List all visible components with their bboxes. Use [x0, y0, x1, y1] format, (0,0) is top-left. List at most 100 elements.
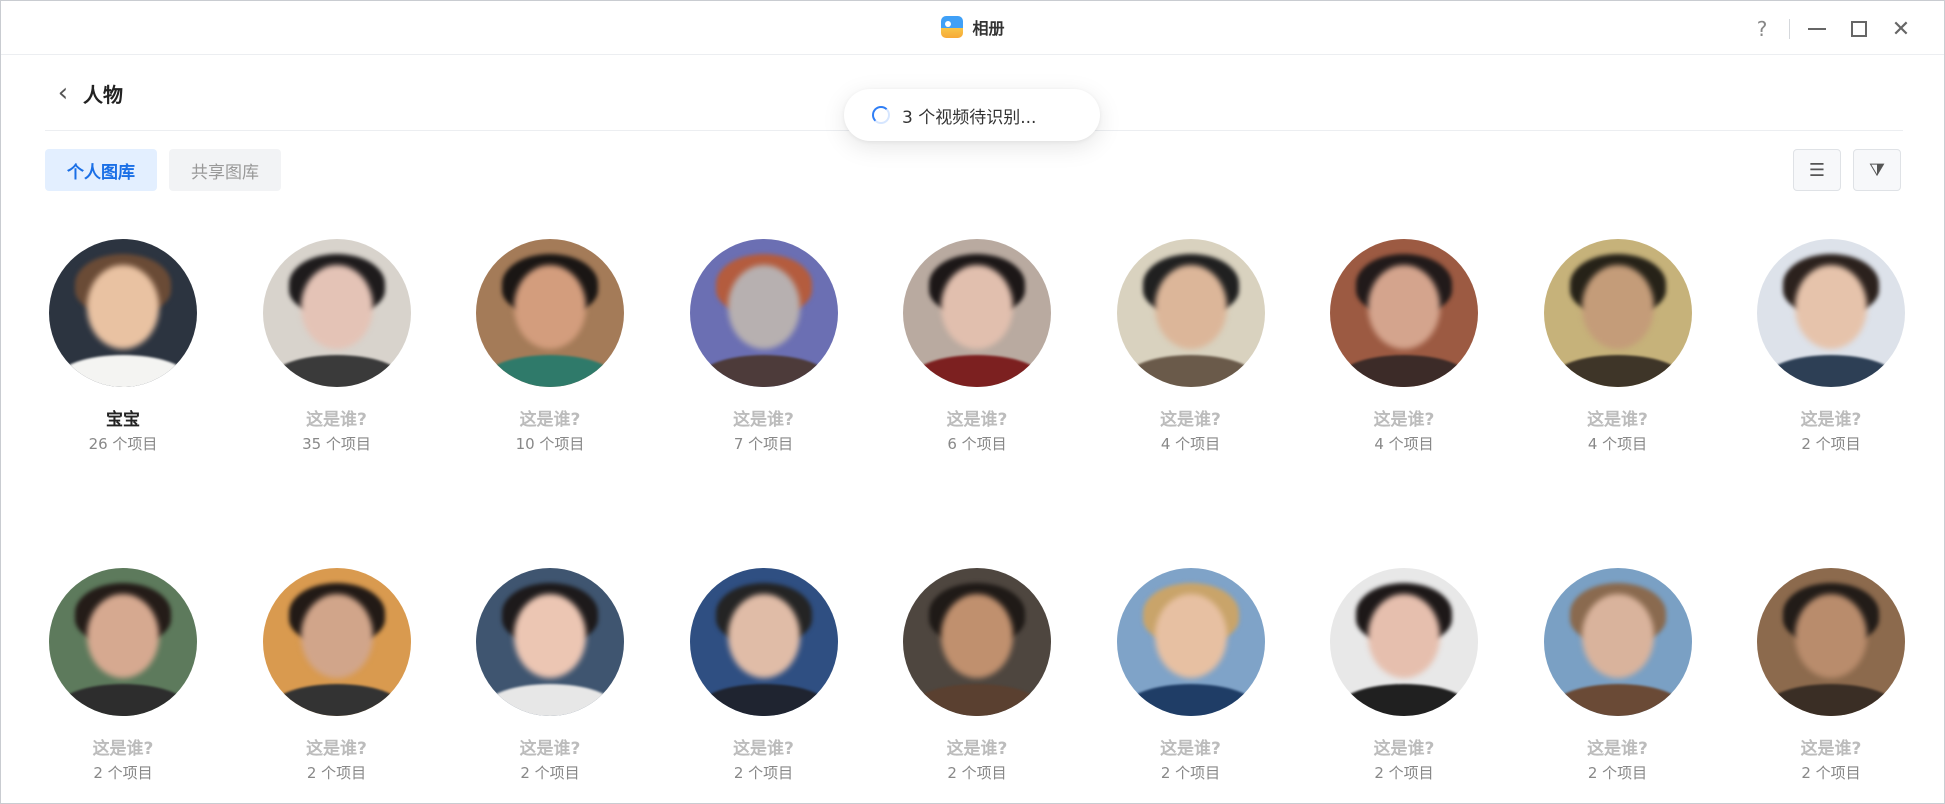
- person-avatar[interactable]: [1543, 568, 1692, 716]
- page-title: 人物: [83, 83, 123, 107]
- chevron-left-icon: ‹: [57, 78, 69, 108]
- person-item-count: 2 个项目: [1801, 435, 1861, 453]
- app-title: 相册: [940, 15, 1005, 39]
- person-avatar[interactable]: [476, 568, 624, 716]
- filter-button[interactable]: ⧩: [1853, 149, 1901, 191]
- person-name[interactable]: 这是谁?: [1801, 405, 1862, 430]
- maximize-icon: [1851, 21, 1867, 37]
- avatar-face-shape: [941, 594, 1013, 679]
- person-item-count: 4 个项目: [1587, 435, 1648, 453]
- tab-personal-library[interactable]: 个人图库: [45, 149, 157, 191]
- person-avatar[interactable]: [903, 568, 1051, 716]
- person-card[interactable]: 这是谁? 2 个项目: [262, 568, 411, 783]
- person-name[interactable]: 宝宝: [106, 405, 140, 430]
- people-grid: 宝宝 26 个项目 这是谁? 35 个项目 这是谁? 10 个项目 这是谁? 7 个项目 这是谁…: [49, 239, 1905, 783]
- avatar-face-shape: [514, 594, 586, 679]
- person-avatar[interactable]: [1330, 239, 1478, 387]
- help-button[interactable]: ?: [1741, 15, 1783, 43]
- avatar-body-shape: [485, 684, 615, 716]
- person-name[interactable]: 这是谁?: [1801, 734, 1862, 759]
- avatar-face-shape: [1154, 594, 1227, 679]
- avatar-body-shape: [58, 684, 188, 716]
- person-item-count: 2 个项目: [1801, 764, 1861, 782]
- person-card[interactable]: 这是谁? 10 个项目: [476, 239, 624, 454]
- person-card[interactable]: 这是谁? 2 个项目: [903, 568, 1051, 783]
- photos-app-icon: [940, 16, 963, 38]
- person-name[interactable]: 这是谁?: [1587, 734, 1648, 759]
- avatar-face-shape: [1368, 594, 1440, 679]
- person-name[interactable]: 这是谁?: [306, 734, 367, 759]
- sort-button[interactable]: ☰: [1793, 149, 1841, 191]
- avatar-face-shape: [1154, 265, 1227, 350]
- person-avatar[interactable]: [689, 239, 838, 387]
- person-card[interactable]: 这是谁? 2 个项目: [689, 568, 838, 783]
- person-name[interactable]: 这是谁?: [1160, 734, 1221, 759]
- person-name[interactable]: 这是谁?: [733, 734, 794, 759]
- avatar-face-shape: [941, 265, 1013, 350]
- person-name[interactable]: 这是谁?: [520, 405, 581, 430]
- tab-shared-library[interactable]: 共享图库: [169, 149, 281, 191]
- avatar-body-shape: [912, 355, 1042, 387]
- person-card[interactable]: 这是谁? 2 个项目: [1757, 239, 1905, 454]
- back-button[interactable]: ‹: [51, 78, 75, 108]
- person-name[interactable]: 这是谁?: [1160, 405, 1221, 430]
- close-button[interactable]: ✕: [1880, 15, 1922, 43]
- person-item-count: 26 个项目: [88, 435, 158, 453]
- person-item-count: 7 个项目: [733, 435, 794, 453]
- person-card[interactable]: 这是谁? 2 个项目: [1757, 568, 1905, 783]
- person-item-count: 2 个项目: [306, 764, 367, 782]
- person-avatar[interactable]: [1543, 239, 1692, 387]
- person-name[interactable]: 这是谁?: [1374, 405, 1435, 430]
- person-item-count: 10 个项目: [515, 435, 585, 453]
- recognition-status-toast: 3 个视频待识别...: [844, 89, 1100, 141]
- maximize-button[interactable]: [1838, 15, 1880, 43]
- person-item-count: 2 个项目: [1374, 764, 1434, 782]
- avatar-body-shape: [271, 355, 402, 387]
- person-avatar[interactable]: [1116, 568, 1265, 716]
- sort-icon: ☰: [1808, 159, 1826, 181]
- toolbar: ☰ ⧩: [1793, 149, 1901, 191]
- control-divider: [1789, 19, 1790, 39]
- avatar-face-shape: [1795, 265, 1867, 350]
- person-avatar[interactable]: [903, 239, 1051, 387]
- person-name[interactable]: 这是谁?: [520, 734, 581, 759]
- person-card[interactable]: 这是谁? 2 个项目: [476, 568, 624, 783]
- person-avatar[interactable]: [49, 239, 197, 387]
- person-avatar[interactable]: [1116, 239, 1265, 387]
- avatar-body-shape: [1339, 684, 1469, 716]
- avatar-face-shape: [727, 594, 800, 679]
- person-card[interactable]: 这是谁? 2 个项目: [1116, 568, 1265, 783]
- person-card[interactable]: 这是谁? 2 个项目: [1330, 568, 1478, 783]
- person-name[interactable]: 这是谁?: [947, 734, 1008, 759]
- app-title-label: 相册: [972, 19, 1005, 38]
- person-card[interactable]: 这是谁? 4 个项目: [1330, 239, 1478, 454]
- person-avatar[interactable]: [1757, 239, 1905, 387]
- person-avatar[interactable]: [1330, 568, 1478, 716]
- person-card[interactable]: 这是谁? 2 个项目: [1543, 568, 1692, 783]
- person-name[interactable]: 这是谁?: [1587, 405, 1648, 430]
- person-card[interactable]: 这是谁? 4 个项目: [1116, 239, 1265, 454]
- person-name[interactable]: 这是谁?: [1374, 734, 1435, 759]
- person-name[interactable]: 这是谁?: [93, 734, 154, 759]
- person-name[interactable]: 这是谁?: [733, 405, 794, 430]
- person-card[interactable]: 这是谁? 4 个项目: [1543, 239, 1692, 454]
- person-card[interactable]: 这是谁? 35 个项目: [262, 239, 411, 454]
- person-name[interactable]: 这是谁?: [947, 405, 1008, 430]
- person-avatar[interactable]: [262, 568, 411, 716]
- person-avatar[interactable]: [1757, 568, 1905, 716]
- person-card[interactable]: 这是谁? 7 个项目: [689, 239, 838, 454]
- person-avatar[interactable]: [689, 568, 838, 716]
- person-card[interactable]: 宝宝 26 个项目: [49, 239, 197, 454]
- avatar-body-shape: [1125, 355, 1256, 387]
- person-card[interactable]: 这是谁? 2 个项目: [49, 568, 197, 783]
- person-card[interactable]: 这是谁? 6 个项目: [903, 239, 1051, 454]
- person-avatar[interactable]: [49, 568, 197, 716]
- person-item-count: 4 个项目: [1160, 435, 1221, 453]
- person-avatar[interactable]: [476, 239, 624, 387]
- minimize-button[interactable]: [1796, 15, 1838, 43]
- person-avatar[interactable]: [262, 239, 411, 387]
- person-name[interactable]: 这是谁?: [306, 405, 367, 430]
- loading-spinner-icon: [872, 106, 890, 124]
- filter-icon: ⧩: [1868, 159, 1886, 181]
- title-bar: 相册 ? ✕: [1, 1, 1944, 55]
